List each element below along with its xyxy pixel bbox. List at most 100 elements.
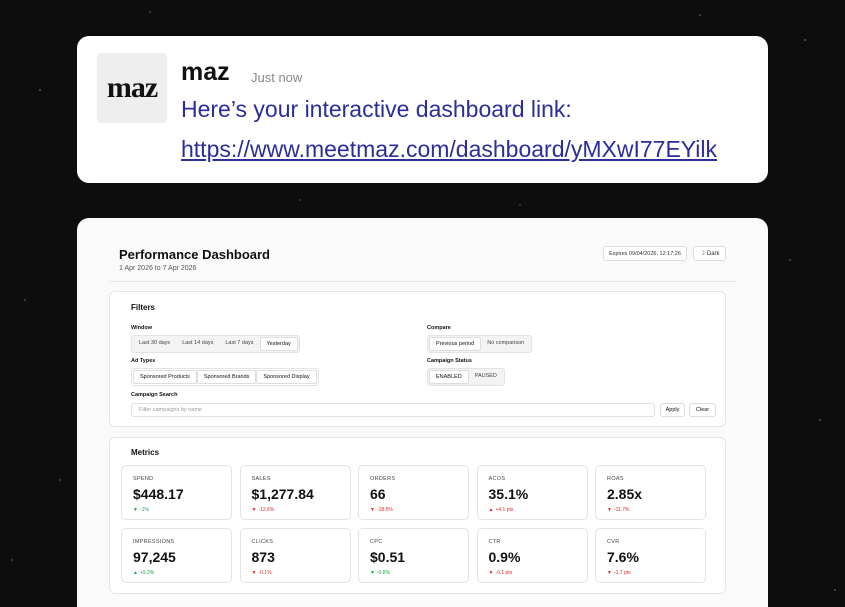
metric-value: 35.1% <box>488 486 529 502</box>
metric-delta: ▼ -1.7 pts <box>607 570 631 576</box>
clear-button[interactable]: Clear <box>689 403 716 417</box>
window-option[interactable]: Last 30 days <box>133 337 176 351</box>
metric-delta-value: -12.6% <box>258 507 275 513</box>
arrow-down-icon: ▼ <box>607 507 612 513</box>
metric-label: SPEND <box>133 476 154 482</box>
arrow-down-icon: ▼ <box>488 570 494 576</box>
window-option-selected[interactable]: Yesterday <box>259 337 298 351</box>
metric-delta: ▼ -0.1 pts <box>489 570 513 576</box>
metric-delta-value: -18.5% <box>376 507 393 513</box>
metric-delta-value: -0.8% <box>376 570 391 576</box>
metric-label: CTR <box>488 539 501 545</box>
metric-delta: ▼ -0.8% <box>370 570 390 576</box>
metric-delta: ▲ +4.1 pts <box>489 507 514 513</box>
metric-card: CVR 7.6% ▼ -1.7 pts <box>595 528 706 583</box>
metric-card: SPEND $448.17 ▼ -1% <box>121 465 232 520</box>
metric-label: SALES <box>251 476 271 482</box>
campaign-search-label: Campaign Search <box>131 392 178 398</box>
metric-card: IMPRESSIONS 97,245 ▲ +9.3% <box>121 528 232 583</box>
dashboard-preview: Performance Dashboard 1 Apr 2026 to 7 Ap… <box>77 218 768 607</box>
chat-message-card: maz maz Just now Here’s your interactive… <box>77 36 768 183</box>
metric-delta: ▼ -1% <box>133 507 149 513</box>
metric-card: ACOS 35.1% ▲ +4.1 pts <box>476 465 588 520</box>
metric-delta: ▲ +9.3% <box>133 570 154 576</box>
ad-type-option[interactable]: Sponsored Display <box>256 370 317 384</box>
metric-delta-value: +4.1 pts <box>495 507 514 513</box>
metric-value: 66 <box>370 486 386 502</box>
arrow-down-icon: ▼ <box>370 507 375 513</box>
metric-delta-value: -0.1 pts <box>495 570 513 576</box>
metric-label: CLICKS <box>251 539 274 545</box>
metric-card: ORDERS 66 ▼ -18.5% <box>358 465 469 520</box>
compare-selector: Previous period No comparison <box>427 335 533 353</box>
metric-value: 2.85x <box>607 486 643 502</box>
arrow-down-icon: ▼ <box>607 570 612 576</box>
ad-type-option[interactable]: Sponsored Brands <box>196 370 257 384</box>
window-label: Window <box>131 325 153 331</box>
filters-panel: Filters Window Last 30 days Last 14 days… <box>109 291 726 427</box>
compare-label: Compare <box>427 325 451 331</box>
metric-card: CTR 0.9% ▼ -0.1 pts <box>476 528 588 583</box>
metric-value: $448.17 <box>133 486 184 502</box>
header-divider <box>109 281 737 282</box>
message-text: Here’s your interactive dashboard link: <box>181 96 572 122</box>
arrow-down-icon: ▼ <box>133 507 138 513</box>
arrow-up-icon: ▲ <box>133 570 138 576</box>
metrics-panel: Metrics SPEND $448.17 ▼ -1% SALES $1,277.84 ▼ -… <box>109 437 726 594</box>
window-option[interactable]: Last 7 days <box>219 337 259 351</box>
ad-types-label: Ad Types <box>131 358 156 364</box>
metric-label: ACOS <box>488 476 506 482</box>
metric-label: CPC <box>370 539 383 545</box>
metric-delta: ▼ -18.5% <box>370 507 393 513</box>
arrow-down-icon: ▼ <box>370 570 375 576</box>
metric-value: 97,245 <box>133 549 176 565</box>
date-range: 1 Apr 2026 to 7 Apr 2026 <box>119 265 197 272</box>
expires-badge: Expires 09/04/2026, 12:17:26 <box>603 246 687 261</box>
metric-delta-value: -1% <box>139 507 149 513</box>
metric-value: 7.6% <box>607 549 639 565</box>
metric-label: CVR <box>607 539 620 545</box>
apply-button[interactable]: Apply <box>660 403 685 417</box>
moon-icon: ☽ <box>699 251 705 257</box>
logo-text: maz <box>106 71 158 104</box>
arrow-up-icon: ▲ <box>488 507 494 513</box>
compare-option[interactable]: No comparison <box>481 337 530 351</box>
dark-mode-button[interactable]: ☽ Dark <box>693 246 726 261</box>
dashboard-link[interactable]: https://www.meetmaz.com/dashboard/yMXwI7… <box>181 136 717 163</box>
metric-card: ROAS 2.85x ▼ -11.7% <box>595 465 706 520</box>
sender-name: maz <box>181 58 230 86</box>
avatar: maz <box>97 53 167 123</box>
ad-types-selector: Sponsored Products Sponsored Brands Spon… <box>131 368 319 386</box>
arrow-down-icon: ▼ <box>251 570 257 576</box>
metric-delta-value: -0.1% <box>258 570 272 576</box>
metric-delta-value: +9.3% <box>139 570 155 576</box>
ad-type-option[interactable]: Sponsored Products <box>133 370 197 384</box>
metric-delta: ▼ -0.1% <box>252 570 272 576</box>
metric-delta-value: -11.7% <box>613 507 630 513</box>
message-timestamp: Just now <box>251 70 303 85</box>
metric-card: SALES $1,277.84 ▼ -12.6% <box>239 465 351 520</box>
metric-value: $1,277.84 <box>251 486 314 502</box>
metrics-title: Metrics <box>131 448 160 457</box>
dark-mode-label: Dark <box>706 250 720 257</box>
metric-delta: ▼ -12.6% <box>252 507 275 513</box>
metric-label: ROAS <box>607 476 624 482</box>
metric-delta-value: -1.7 pts <box>613 570 631 576</box>
status-option[interactable]: PAUSED <box>469 370 503 384</box>
window-option[interactable]: Last 14 days <box>176 337 219 351</box>
metric-value: 873 <box>251 549 275 565</box>
campaign-search-input[interactable]: Filter campaigns by name <box>131 403 655 417</box>
metric-value: $0.51 <box>370 549 406 565</box>
metric-card: CLICKS 873 ▼ -0.1% <box>239 528 351 583</box>
page-title: Performance Dashboard <box>119 247 270 262</box>
metric-card: CPC $0.51 ▼ -0.8% <box>358 528 469 583</box>
arrow-down-icon: ▼ <box>251 507 257 513</box>
window-selector: Last 30 days Last 14 days Last 7 days Ye… <box>131 335 300 353</box>
campaign-status-label: Campaign Status <box>427 358 472 364</box>
compare-option-selected[interactable]: Previous period <box>429 337 482 351</box>
campaign-status-selector: ENABLED PAUSED <box>427 368 505 386</box>
status-option-selected[interactable]: ENABLED <box>429 370 469 384</box>
metric-label: ORDERS <box>370 476 396 482</box>
metric-value: 0.9% <box>488 549 521 565</box>
metric-label: IMPRESSIONS <box>133 539 175 545</box>
